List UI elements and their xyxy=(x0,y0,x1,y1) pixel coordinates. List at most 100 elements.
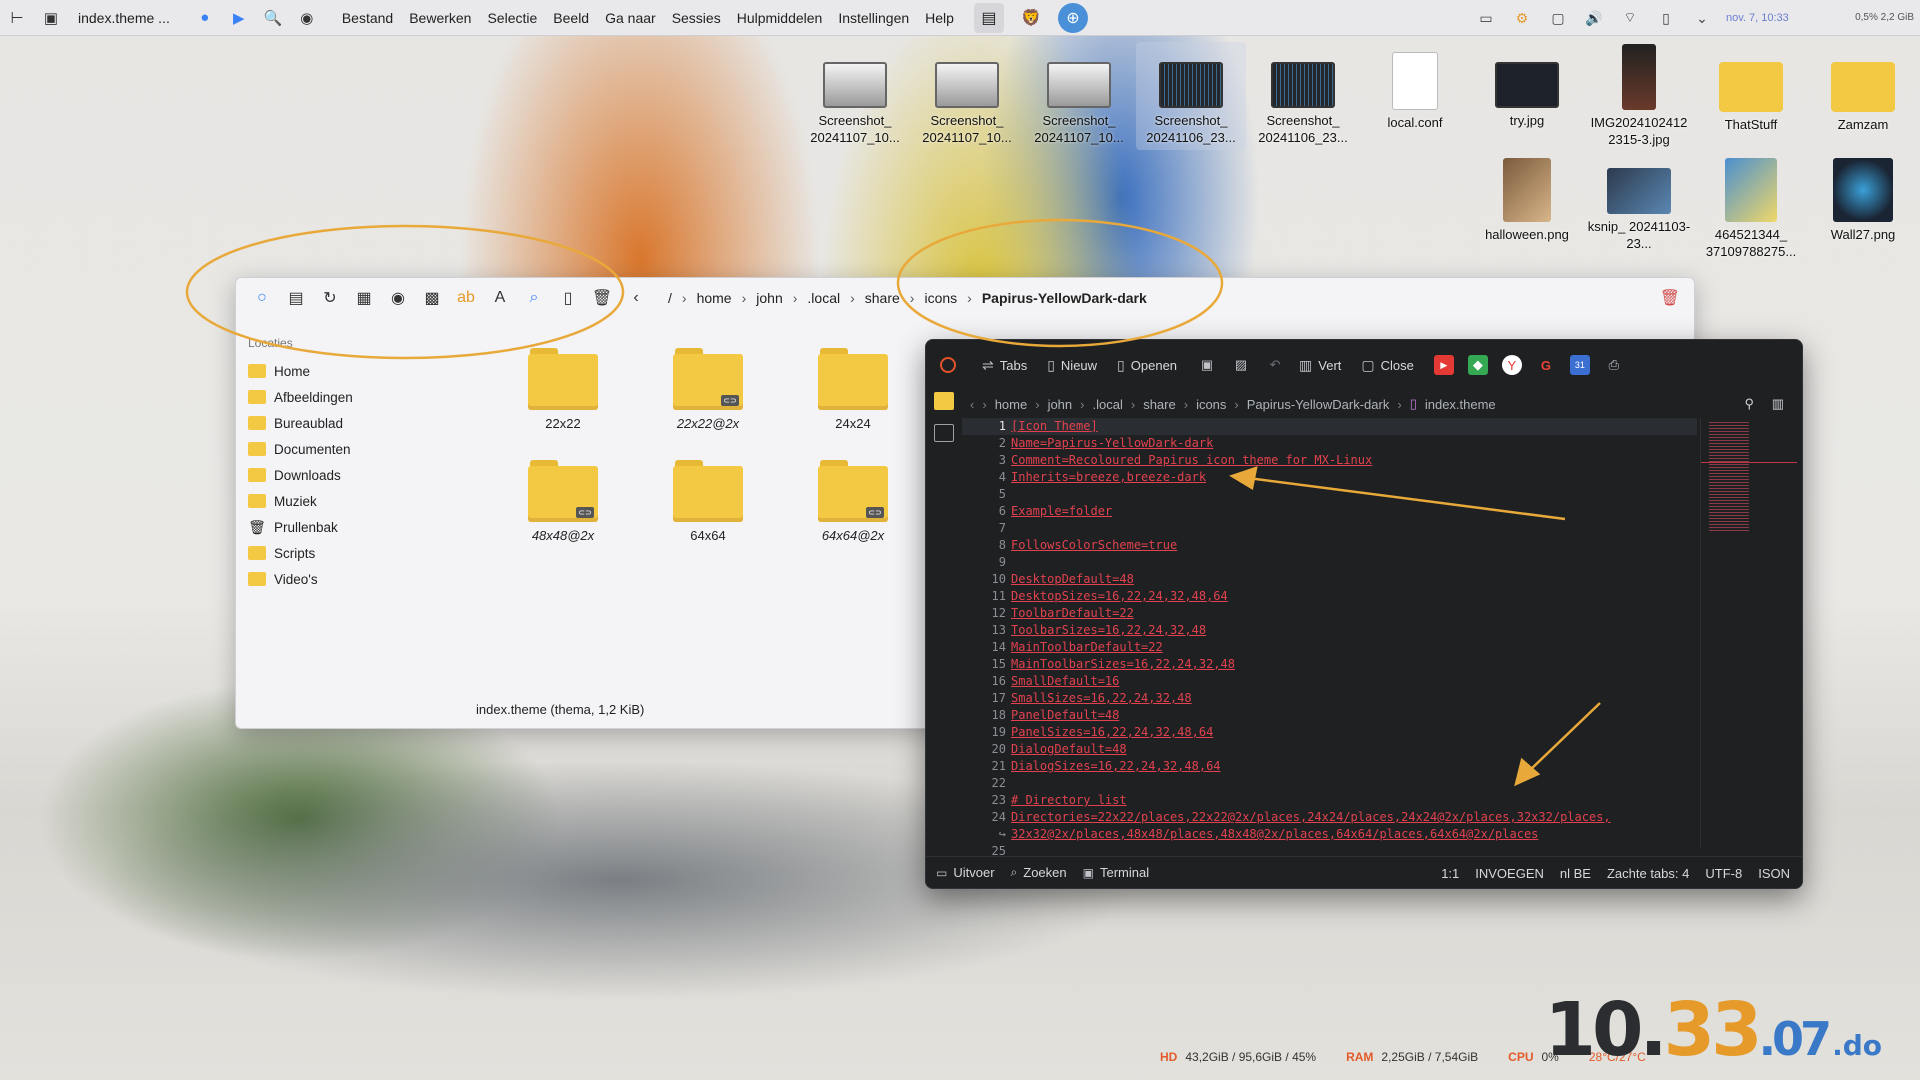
breadcrumb-local[interactable]: .local xyxy=(801,290,846,306)
sidebar-item-bureaublad[interactable]: Bureaublad xyxy=(248,410,448,436)
code-line[interactable]: Inherits=breeze,breeze-dark xyxy=(1011,469,1691,486)
folder-item[interactable]: ⊂⊃ 64x64@2x xyxy=(798,460,908,543)
code-line[interactable]: MainToolbarSizes=16,22,24,32,48 xyxy=(1011,656,1691,673)
clipboard-icon[interactable]: ▢ xyxy=(1547,7,1569,29)
desktop-icon[interactable]: Screenshot_ 20241106_23... xyxy=(1248,52,1358,146)
breadcrumb-john[interactable]: john xyxy=(750,290,788,306)
desktop-icon[interactable]: local.conf xyxy=(1360,52,1470,131)
code-area[interactable]: [Icon Theme] Name=Papirus-YellowDark-dark… xyxy=(1011,418,1691,860)
circle-icon[interactable]: ○ xyxy=(250,286,274,310)
save-as-icon[interactable]: ▨ xyxy=(1231,355,1251,375)
code-line[interactable]: DialogSizes=16,22,24,32,48,64 xyxy=(1011,758,1691,775)
desktop-icon[interactable]: ksnip_ 20241103-23... xyxy=(1584,158,1694,252)
document-search-icon[interactable]: 🔍 xyxy=(262,7,284,29)
editor-crumb[interactable]: home xyxy=(991,397,1032,412)
desktop-icon[interactable]: Wall27.png xyxy=(1808,158,1918,243)
close-button[interactable]: ▢ Close xyxy=(1361,357,1413,374)
folder-item[interactable]: ⊂⊃ 22x22@2x xyxy=(653,348,763,431)
menu-selectie[interactable]: Selectie xyxy=(479,10,545,26)
split-view-icon[interactable]: ▤ xyxy=(284,286,308,310)
editor-crumb[interactable]: john xyxy=(1044,397,1077,412)
documents-icon[interactable] xyxy=(934,424,954,442)
calendar-icon[interactable]: 31 xyxy=(1569,355,1590,375)
grid-view-icon[interactable]: ▩ xyxy=(420,286,444,310)
code-line[interactable]: Directories=22x22/places,22x22@2x/places… xyxy=(1011,809,1691,826)
maps-icon[interactable]: ◆ xyxy=(1467,355,1488,375)
code-line[interactable]: PanelDefault=48 xyxy=(1011,707,1691,724)
panel-icon[interactable]: ▦ xyxy=(352,286,376,310)
desktop-icon[interactable]: try.jpg xyxy=(1472,52,1582,129)
language-indicator[interactable]: nl BE xyxy=(1560,866,1591,881)
folder-item[interactable]: ⊂⊃ 48x48@2x xyxy=(508,460,618,543)
sidebar-item-afbeeldingen[interactable]: Afbeeldingen xyxy=(248,384,448,410)
sidebar-item-scripts[interactable]: Scripts xyxy=(248,540,448,566)
code-line[interactable] xyxy=(1011,554,1691,571)
sidebar-item-videos[interactable]: Video's xyxy=(248,566,448,592)
editor-crumb-file[interactable]: index.theme xyxy=(1421,397,1500,412)
editor-crumb[interactable]: Papirus-YellowDark-dark xyxy=(1243,397,1394,412)
yandex-icon[interactable]: Y xyxy=(1501,355,1522,375)
code-line[interactable]: Example=folder xyxy=(1011,503,1691,520)
minimap[interactable] xyxy=(1700,418,1797,848)
editor-crumb[interactable]: share xyxy=(1139,397,1180,412)
breadcrumb-share[interactable]: share xyxy=(859,290,906,306)
output-button[interactable]: ▭ Uitvoer xyxy=(936,865,995,880)
new-button[interactable]: ▯ Nieuw xyxy=(1047,357,1097,374)
volume-icon[interactable]: 🔊 xyxy=(1583,7,1605,29)
battery-icon[interactable]: ▯ xyxy=(1655,7,1677,29)
code-line[interactable]: DialogDefault=48 xyxy=(1011,741,1691,758)
menu-ga-naar[interactable]: Ga naar xyxy=(597,10,664,26)
sidebar-item-home[interactable]: Home xyxy=(248,358,448,384)
back-arrow-icon[interactable]: ‹ xyxy=(966,397,978,412)
menu-help[interactable]: Help xyxy=(917,10,962,26)
chat-icon[interactable]: ▭ xyxy=(1475,7,1497,29)
network-globe-icon[interactable]: ⊕ xyxy=(1057,2,1088,33)
brave-browser-icon[interactable]: 🦁 xyxy=(1016,3,1046,33)
syntax-mode[interactable]: ISON xyxy=(1758,866,1790,881)
code-line[interactable] xyxy=(1011,775,1691,792)
back-arrow-icon[interactable]: ‹ xyxy=(624,286,648,310)
code-line[interactable]: ToolbarSizes=16,22,24,32,48 xyxy=(1011,622,1691,639)
desktop-icon[interactable]: Screenshot_ 20241106_23... xyxy=(1136,42,1246,150)
editor-crumb[interactable]: icons xyxy=(1192,397,1230,412)
code-line[interactable]: SmallSizes=16,22,24,32,48 xyxy=(1011,690,1691,707)
folder-item[interactable]: 22x22 xyxy=(508,348,618,431)
sidebar-item-documenten[interactable]: Documenten xyxy=(248,436,448,462)
menu-hulpmiddelen[interactable]: Hulpmiddelen xyxy=(729,10,831,26)
search-button[interactable]: ⌕ Zoeken xyxy=(1011,865,1067,880)
screenshot-icon[interactable]: ▣ xyxy=(40,7,62,29)
menu-instellingen[interactable]: Instellingen xyxy=(830,10,917,26)
code-line[interactable] xyxy=(1011,520,1691,537)
indentation-indicator[interactable]: Zachte tabs: 4 xyxy=(1607,866,1689,881)
menu-sessies[interactable]: Sessies xyxy=(664,10,729,26)
menu-bestand[interactable]: Bestand xyxy=(334,10,401,26)
code-line[interactable]: MainToolbarDefault=22 xyxy=(1011,639,1691,656)
save-icon[interactable]: ▣ xyxy=(1197,355,1217,375)
search-icon[interactable]: ⌕ xyxy=(522,286,546,310)
active-window-title[interactable]: index.theme ... xyxy=(78,10,170,26)
open-button[interactable]: ▯ Openen xyxy=(1117,357,1177,374)
google-icon[interactable]: G xyxy=(1536,355,1556,375)
input-mode[interactable]: INVOEGEN xyxy=(1475,866,1544,881)
font-icon[interactable]: A xyxy=(488,286,512,310)
delete-icon[interactable]: 🗑 xyxy=(590,286,614,310)
folder-item[interactable]: 24x24 xyxy=(798,348,908,431)
desktop-icon[interactable]: Screenshot_ 20241107_10... xyxy=(912,52,1022,146)
undo-icon[interactable]: ↶ xyxy=(1265,355,1285,375)
desktop-icon[interactable]: halloween.png xyxy=(1472,158,1582,243)
play-pause-icon[interactable]: ▶ xyxy=(228,7,250,29)
rename-icon[interactable]: ab xyxy=(454,286,478,310)
sidebar-item-prullenbak[interactable]: 🗑 Prullenbak xyxy=(248,514,448,540)
breadcrumb-current[interactable]: Papirus-YellowDark-dark xyxy=(976,290,1153,306)
network-icon[interactable]: ⌔ xyxy=(1619,7,1641,29)
breadcrumb-home[interactable]: home xyxy=(691,290,738,306)
new-file-icon[interactable]: ▯ xyxy=(556,286,580,310)
code-line[interactable]: DesktopDefault=48 xyxy=(1011,571,1691,588)
menu-beeld[interactable]: Beeld xyxy=(545,10,597,26)
tabs-button[interactable]: ⇌ Tabs xyxy=(982,357,1027,374)
split-view-icon[interactable]: ▥ xyxy=(1768,396,1788,412)
code-line[interactable] xyxy=(1011,486,1691,503)
chevron-down-icon[interactable]: ⌄ xyxy=(1691,7,1713,29)
desktop-icon[interactable]: Zamzam xyxy=(1808,52,1918,133)
breadcrumb-root[interactable]: / xyxy=(662,290,678,306)
